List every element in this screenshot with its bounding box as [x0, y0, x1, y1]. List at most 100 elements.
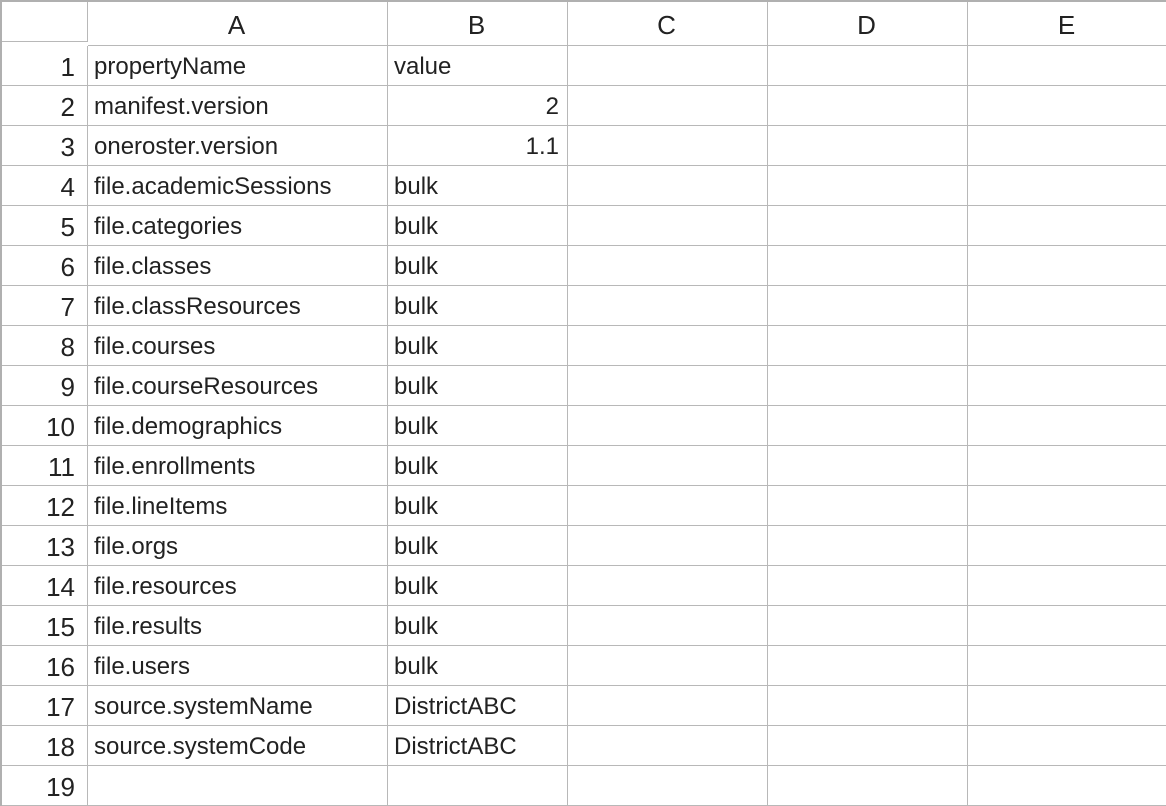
cell-D13[interactable]	[768, 526, 968, 566]
cell-D12[interactable]	[768, 486, 968, 526]
cell-A18[interactable]: source.systemCode	[88, 726, 388, 766]
cell-E3[interactable]	[968, 126, 1166, 166]
cell-A9[interactable]: file.courseResources	[88, 366, 388, 406]
cell-C6[interactable]	[568, 246, 768, 286]
cell-D4[interactable]	[768, 166, 968, 206]
cell-E15[interactable]	[968, 606, 1166, 646]
cell-D10[interactable]	[768, 406, 968, 446]
cell-C8[interactable]	[568, 326, 768, 366]
cell-A11[interactable]: file.enrollments	[88, 446, 388, 486]
cell-A8[interactable]: file.courses	[88, 326, 388, 366]
cell-D2[interactable]	[768, 86, 968, 126]
cell-C16[interactable]	[568, 646, 768, 686]
cell-B14[interactable]: bulk	[388, 566, 568, 606]
cell-D14[interactable]	[768, 566, 968, 606]
cell-A13[interactable]: file.orgs	[88, 526, 388, 566]
cell-B15[interactable]: bulk	[388, 606, 568, 646]
cell-B6[interactable]: bulk	[388, 246, 568, 286]
row-header-13[interactable]: 13	[2, 526, 88, 566]
cell-D15[interactable]	[768, 606, 968, 646]
cell-C2[interactable]	[568, 86, 768, 126]
cell-D7[interactable]	[768, 286, 968, 326]
cell-C11[interactable]	[568, 446, 768, 486]
column-header-B[interactable]: B	[388, 2, 568, 46]
cell-B17[interactable]: DistrictABC	[388, 686, 568, 726]
cell-A2[interactable]: manifest.version	[88, 86, 388, 126]
column-header-A[interactable]: A	[88, 2, 388, 46]
row-header-6[interactable]: 6	[2, 246, 88, 286]
row-header-7[interactable]: 7	[2, 286, 88, 326]
cell-C1[interactable]	[568, 46, 768, 86]
cell-E18[interactable]	[968, 726, 1166, 766]
cell-E1[interactable]	[968, 46, 1166, 86]
row-header-10[interactable]: 10	[2, 406, 88, 446]
row-header-16[interactable]: 16	[2, 646, 88, 686]
cell-D3[interactable]	[768, 126, 968, 166]
cell-C15[interactable]	[568, 606, 768, 646]
row-header-8[interactable]: 8	[2, 326, 88, 366]
cell-B13[interactable]: bulk	[388, 526, 568, 566]
cell-E2[interactable]	[968, 86, 1166, 126]
cell-A4[interactable]: file.academicSessions	[88, 166, 388, 206]
row-header-5[interactable]: 5	[2, 206, 88, 246]
cell-D9[interactable]	[768, 366, 968, 406]
cell-E8[interactable]	[968, 326, 1166, 366]
cell-D19[interactable]	[768, 766, 968, 806]
row-header-14[interactable]: 14	[2, 566, 88, 606]
row-header-12[interactable]: 12	[2, 486, 88, 526]
cell-D17[interactable]	[768, 686, 968, 726]
cell-C13[interactable]	[568, 526, 768, 566]
row-header-4[interactable]: 4	[2, 166, 88, 206]
cell-E7[interactable]	[968, 286, 1166, 326]
cell-C9[interactable]	[568, 366, 768, 406]
cell-B3[interactable]: 1.1	[388, 126, 568, 166]
cell-D5[interactable]	[768, 206, 968, 246]
cell-A14[interactable]: file.resources	[88, 566, 388, 606]
cell-A19[interactable]	[88, 766, 388, 806]
cell-E16[interactable]	[968, 646, 1166, 686]
cell-D11[interactable]	[768, 446, 968, 486]
cell-D16[interactable]	[768, 646, 968, 686]
cell-E5[interactable]	[968, 206, 1166, 246]
cell-E14[interactable]	[968, 566, 1166, 606]
cell-D8[interactable]	[768, 326, 968, 366]
row-header-1[interactable]: 1	[2, 46, 88, 86]
cell-B7[interactable]: bulk	[388, 286, 568, 326]
cell-A10[interactable]: file.demographics	[88, 406, 388, 446]
cell-A12[interactable]: file.lineItems	[88, 486, 388, 526]
cell-B9[interactable]: bulk	[388, 366, 568, 406]
cell-A5[interactable]: file.categories	[88, 206, 388, 246]
cell-C7[interactable]	[568, 286, 768, 326]
cell-B16[interactable]: bulk	[388, 646, 568, 686]
cell-B11[interactable]: bulk	[388, 446, 568, 486]
spreadsheet-grid[interactable]: ABCDE1propertyNamevalue2manifest.version…	[0, 0, 1166, 806]
cell-D1[interactable]	[768, 46, 968, 86]
cell-C17[interactable]	[568, 686, 768, 726]
cell-C4[interactable]	[568, 166, 768, 206]
cell-C3[interactable]	[568, 126, 768, 166]
cell-E12[interactable]	[968, 486, 1166, 526]
corner-cell[interactable]	[2, 2, 88, 42]
cell-C10[interactable]	[568, 406, 768, 446]
cell-B2[interactable]: 2	[388, 86, 568, 126]
cell-A16[interactable]: file.users	[88, 646, 388, 686]
cell-C19[interactable]	[568, 766, 768, 806]
cell-B4[interactable]: bulk	[388, 166, 568, 206]
cell-B19[interactable]	[388, 766, 568, 806]
cell-E13[interactable]	[968, 526, 1166, 566]
cell-E9[interactable]	[968, 366, 1166, 406]
column-header-D[interactable]: D	[768, 2, 968, 46]
cell-A17[interactable]: source.systemName	[88, 686, 388, 726]
cell-C14[interactable]	[568, 566, 768, 606]
cell-E17[interactable]	[968, 686, 1166, 726]
cell-A15[interactable]: file.results	[88, 606, 388, 646]
column-header-E[interactable]: E	[968, 2, 1166, 46]
cell-B12[interactable]: bulk	[388, 486, 568, 526]
row-header-18[interactable]: 18	[2, 726, 88, 766]
cell-C5[interactable]	[568, 206, 768, 246]
cell-C18[interactable]	[568, 726, 768, 766]
cell-B10[interactable]: bulk	[388, 406, 568, 446]
cell-B1[interactable]: value	[388, 46, 568, 86]
cell-D6[interactable]	[768, 246, 968, 286]
row-header-17[interactable]: 17	[2, 686, 88, 726]
